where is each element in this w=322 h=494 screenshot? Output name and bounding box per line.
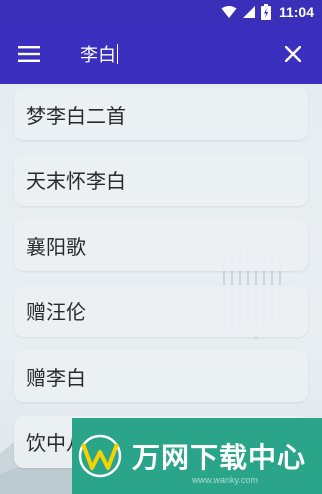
battery-icon — [260, 4, 271, 20]
status-bar: 11:04 — [0, 0, 322, 24]
list-item[interactable]: 梦李白二首 — [14, 88, 308, 140]
list-item[interactable]: 襄阳歌 — [14, 219, 308, 271]
app-bar: 李白 — [0, 24, 322, 84]
poem-title: 梦李白二首 — [26, 103, 126, 128]
clock: 11:04 — [278, 4, 314, 20]
list-item[interactable]: 天末怀李白 — [14, 153, 308, 206]
wifi-icon — [221, 6, 237, 18]
poem-title: 天末怀李白 — [26, 169, 126, 193]
watermark-url: www.wanky.com — [192, 475, 258, 485]
text-cursor — [117, 44, 118, 64]
poem-title: 襄阳歌 — [26, 234, 86, 259]
wanwang-logo-icon — [78, 434, 122, 478]
search-query: 李白 — [80, 45, 116, 66]
poem-title: 赠李白 — [26, 365, 86, 390]
menu-icon — [18, 46, 40, 62]
close-icon — [285, 46, 301, 62]
signal-icon — [242, 6, 255, 18]
search-input[interactable]: 李白 — [52, 34, 270, 74]
watermark-text: 万网下载中心 — [132, 441, 307, 474]
watermark: 万网下载中心 www.wanky.com — [72, 418, 322, 494]
menu-button[interactable] — [6, 24, 52, 84]
poem-title: 赠汪伦 — [26, 300, 86, 324]
list-item[interactable]: 赠汪伦 — [14, 284, 308, 337]
list-item[interactable]: 赠李白 — [14, 350, 308, 402]
clear-search-button[interactable] — [270, 24, 316, 84]
